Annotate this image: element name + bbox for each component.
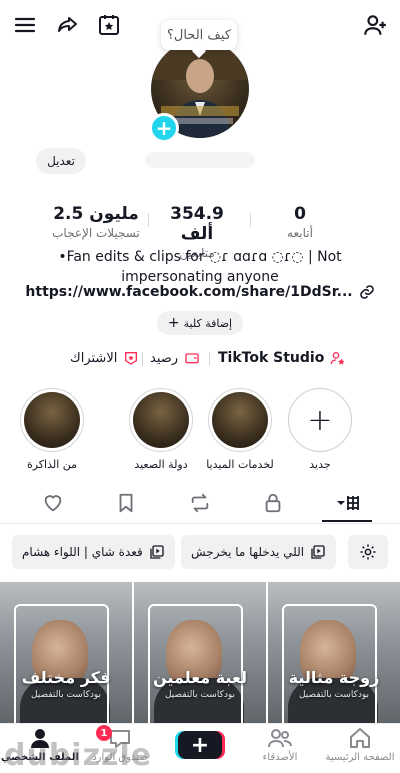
filter-settings-chip[interactable] — [348, 535, 388, 569]
lock-icon[interactable] — [258, 488, 288, 518]
nav-home-label: الصفحة الرئيسية — [325, 752, 395, 763]
highlight-story-circle[interactable] — [208, 388, 272, 452]
edit-profile-button[interactable]: تعديل — [36, 148, 86, 174]
tiktok-studio-link[interactable]: TikTok Studio — [218, 350, 346, 366]
heart-icon[interactable] — [38, 488, 68, 518]
highlight-new[interactable]: + — [288, 388, 352, 452]
highlight-story[interactable] — [20, 388, 84, 452]
tiktok-studio-label: TikTok Studio — [218, 350, 325, 366]
stat-following-label: أتابعه — [287, 226, 313, 240]
wallet-icon — [184, 350, 200, 366]
bookmark-icon[interactable] — [111, 488, 141, 518]
filter-settings-icon — [359, 543, 377, 561]
playlist-chip-label: قعدة شاي | اللواء هشام — [22, 545, 143, 559]
stat-likes-value: 2.5 مليون — [53, 204, 139, 224]
add-category-button[interactable]: + إضافة كلية — [157, 311, 243, 335]
playlist-chip[interactable]: اللي يدخلها ما يخرجش — [181, 535, 337, 569]
creator-star-icon — [330, 350, 346, 366]
highlight-story[interactable] — [208, 388, 272, 452]
stat-divider — [250, 213, 251, 227]
bio-line-1: •Fan edits & clips for ◌ɾ ɑɑɾɑ ◌ɾ◌ | Not — [58, 249, 342, 265]
video-subtitle: بودكاست بالتفصيل — [298, 690, 370, 700]
status-bubble[interactable]: كيف الحال؟ — [161, 20, 237, 50]
highlight-label: جديد — [309, 458, 331, 471]
bio-link[interactable]: https://www.facebook.com/share/1DdSr... — [25, 284, 374, 300]
calendar-star-icon[interactable] — [94, 10, 124, 40]
playlist-icon — [149, 544, 165, 560]
highlight-label: من الذاكرة — [26, 458, 78, 471]
subscription-badge-icon — [123, 350, 139, 366]
stat-followers-value: 354.9 ألف — [170, 204, 224, 244]
video-subtitle: بودكاست بالتفصيل — [30, 690, 102, 700]
menu-icon[interactable] — [10, 10, 40, 40]
highlight-story-circle[interactable] — [129, 388, 193, 452]
video-title: زوجة مثالية — [288, 668, 380, 687]
add-friend-icon[interactable] — [360, 10, 390, 40]
tabs-divider — [0, 523, 400, 524]
balance-label: رصيد — [150, 350, 179, 366]
friends-icon — [267, 726, 293, 750]
nav-friends[interactable]: الأصدقاء — [240, 726, 320, 763]
repost-icon[interactable] — [185, 488, 215, 518]
plus-icon: + — [167, 315, 180, 331]
tab-active-indicator — [322, 520, 372, 522]
share-icon[interactable] — [52, 10, 82, 40]
grid-icon[interactable] — [333, 488, 363, 518]
balance-link[interactable]: رصيد — [150, 350, 200, 366]
highlight-label: لخدمات الميديا — [206, 458, 274, 471]
add-category-label: إضافة كلية — [183, 316, 233, 330]
link-icon — [359, 284, 375, 300]
video-thumbnail[interactable]: زوجة مثالية بودكاست بالتفصيل — [268, 582, 400, 725]
video-title: لعبة معلمين — [153, 668, 247, 687]
video-title: فكر مختلف — [21, 668, 111, 687]
services-divider — [142, 352, 143, 366]
stat-following-value: 0 — [294, 204, 306, 224]
highlight-label: دولة الصعيد — [134, 458, 188, 471]
playlist-icon — [310, 544, 326, 560]
highlight-story[interactable] — [129, 388, 193, 452]
video-thumbnail[interactable]: فكر مختلف بودكاست بالتفصيل — [0, 582, 132, 725]
video-thumbnail[interactable]: لعبة معلمين بودكاست بالتفصيل — [134, 582, 266, 725]
profile-bio: •Fan edits & clips for ◌ɾ ɑɑɾɑ ◌ɾ◌ | Not… — [30, 247, 370, 287]
video-subtitle: بودكاست بالتفصيل — [164, 690, 236, 700]
subscription-link[interactable]: الاشتراك — [70, 350, 139, 366]
playlist-chip[interactable]: قعدة شاي | اللواء هشام — [12, 535, 175, 569]
playlist-chip-label: اللي يدخلها ما يخرجش — [191, 545, 305, 559]
create-button[interactable]: + — [178, 731, 222, 759]
nav-home[interactable]: الصفحة الرئيسية — [320, 726, 400, 763]
stat-likes-label: تسجيلات الإعجاب — [52, 226, 140, 240]
stat-likes: 2.5 مليون تسجيلات الإعجاب — [48, 204, 144, 240]
username-blurred — [145, 152, 255, 168]
stat-following[interactable]: 0 أتابعه — [270, 204, 330, 240]
stat-divider — [148, 213, 149, 227]
watermark-logo: dubizzle — [4, 738, 153, 773]
add-avatar-button[interactable]: + — [149, 113, 179, 143]
home-icon — [348, 726, 372, 750]
highlight-new-circle[interactable]: + — [288, 388, 352, 452]
highlight-story-circle[interactable] — [20, 388, 84, 452]
bio-link-text[interactable]: https://www.facebook.com/share/1DdSr... — [25, 284, 352, 300]
services-divider — [209, 352, 210, 366]
subscription-label: الاشتراك — [70, 350, 118, 366]
nav-friends-label: الأصدقاء — [262, 752, 298, 763]
plus-icon: + — [307, 402, 333, 438]
